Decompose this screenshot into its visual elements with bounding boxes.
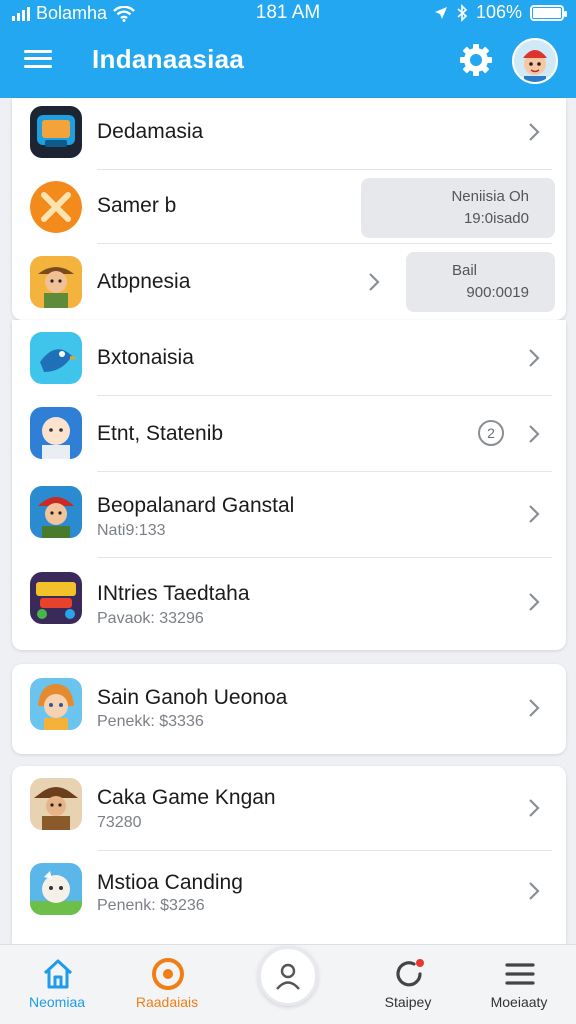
game-card-group-1: Dedamasia Samer b Neniisia Oh 19:0isad0 …	[12, 98, 566, 320]
battery-percent: 106%	[475, 2, 522, 22]
tab-staipey[interactable]: Staipey	[353, 945, 463, 1024]
bluetooth-icon	[457, 3, 468, 22]
battery-icon	[530, 4, 567, 21]
list-item-title: Mstioa Canding	[97, 871, 243, 894]
puzzle-game-icon	[30, 572, 82, 624]
info-pill: Neniisia Oh 19:0isad0	[361, 178, 555, 238]
list-item-title: INtries Taedtaha	[97, 582, 250, 605]
person-icon	[276, 963, 300, 990]
list-item-subtitle: Nati9:133	[97, 522, 166, 539]
pill-line-2: 900:0019	[466, 284, 529, 301]
chevron-right-icon	[528, 698, 540, 718]
list-item[interactable]: Bxtonaisia	[12, 320, 566, 396]
list-item-subtitle: Penekk: $3336	[97, 713, 204, 730]
tab-label: Staipey	[384, 994, 432, 1010]
avatar[interactable]	[512, 38, 558, 84]
list-item-title: Caka Game Kngan	[97, 786, 276, 809]
pill-line-2: 19:0isad0	[463, 210, 529, 227]
hamburger-menu-button[interactable]	[22, 44, 54, 74]
tab-label: Raadaiais	[135, 994, 199, 1010]
info-pill: Bail 900:0019	[406, 252, 555, 312]
pill-line-1: Bail	[451, 262, 477, 279]
gear-icon[interactable]	[458, 42, 494, 78]
tab-label: Moeiaaty	[490, 994, 548, 1010]
game-card-group-4: Caka Game Kngan 73280 Mstioa Canding Pen…	[12, 766, 566, 944]
list-item[interactable]: Caka Game Kngan 73280	[12, 766, 566, 851]
game-tile-icon	[30, 106, 82, 158]
sheep-character-icon	[30, 863, 82, 915]
chevron-right-icon	[528, 348, 540, 368]
home-icon	[43, 959, 73, 989]
game-card-group-3: Sain Ganoh Ueonoa Penekk: $3336	[12, 664, 566, 754]
status-bar: Bolamha 181 AM 106%	[0, 0, 576, 26]
list-item-title: Sain Ganoh Ueonoa	[97, 686, 288, 709]
list-item-title: Bxtonaisia	[97, 346, 194, 369]
chevron-right-icon	[528, 881, 540, 901]
list-item-title: Samer b	[97, 194, 177, 217]
list-item[interactable]: Etnt, Statenib 2	[12, 396, 566, 472]
location-icon	[434, 6, 447, 19]
chevron-right-icon	[528, 424, 540, 444]
list-item[interactable]: Samer b Neniisia Oh 19:0isad0	[12, 170, 566, 244]
list-item-subtitle: 73280	[97, 814, 142, 831]
chevron-right-icon	[528, 798, 540, 818]
list-item-title: Beopalanard Ganstal	[97, 494, 295, 517]
game-card-group-2: Bxtonaisia Etnt, Statenib 2 Beopalanard …	[12, 320, 566, 650]
chevron-right-icon	[528, 592, 540, 612]
crossed-swords-icon	[30, 181, 82, 233]
chevron-right-icon	[528, 504, 540, 524]
chevron-right-icon	[368, 272, 380, 292]
bird-character-icon	[30, 332, 82, 384]
list-item-subtitle: Pavaok: 33296	[97, 610, 204, 627]
list-item[interactable]: INtries Taedtaha Pavaok: 33296	[12, 558, 566, 650]
girl-character-icon	[30, 678, 82, 730]
list-item[interactable]: Beopalanard Ganstal Nati9:133	[12, 472, 566, 558]
tab-more[interactable]: Moeiaaty	[464, 945, 574, 1024]
badge-count: 2	[478, 420, 504, 446]
profile-button[interactable]	[258, 946, 318, 1006]
pirate-character-icon	[30, 486, 82, 538]
list-item[interactable]: Dedamasia	[12, 98, 566, 170]
list-item-subtitle: Penenk: $3236	[97, 897, 205, 914]
app-bar: Bolamha 181 AM 106% Indanaasiaa	[0, 0, 576, 98]
cowboy-character-icon	[30, 778, 82, 830]
list-item[interactable]: Sain Ganoh Ueonoa Penekk: $3336	[12, 664, 566, 754]
baby-character-icon	[30, 407, 82, 459]
list-item[interactable]: Mstioa Canding Penenk: $3236	[12, 851, 566, 944]
explorer-character-icon	[30, 256, 82, 308]
list-item-title: Dedamasia	[97, 120, 204, 143]
tab-home[interactable]: Neomiaa	[2, 945, 112, 1024]
pill-line-1: Neniisia Oh	[451, 188, 529, 205]
tab-radar[interactable]: Raadaiais	[112, 945, 222, 1024]
radar-icon	[152, 958, 184, 990]
refresh-icon	[396, 959, 424, 987]
list-item-title: Etnt, Statenib	[97, 422, 224, 445]
tab-label: Neomiaa	[28, 994, 86, 1010]
page-title: Indanaasiaa	[92, 44, 245, 74]
menu-lines-icon	[505, 963, 535, 985]
list-item-title: Atbpnesia	[97, 270, 191, 293]
list-item[interactable]: Atbpnesia Bail 900:0019	[12, 244, 566, 320]
chevron-right-icon	[528, 122, 540, 142]
